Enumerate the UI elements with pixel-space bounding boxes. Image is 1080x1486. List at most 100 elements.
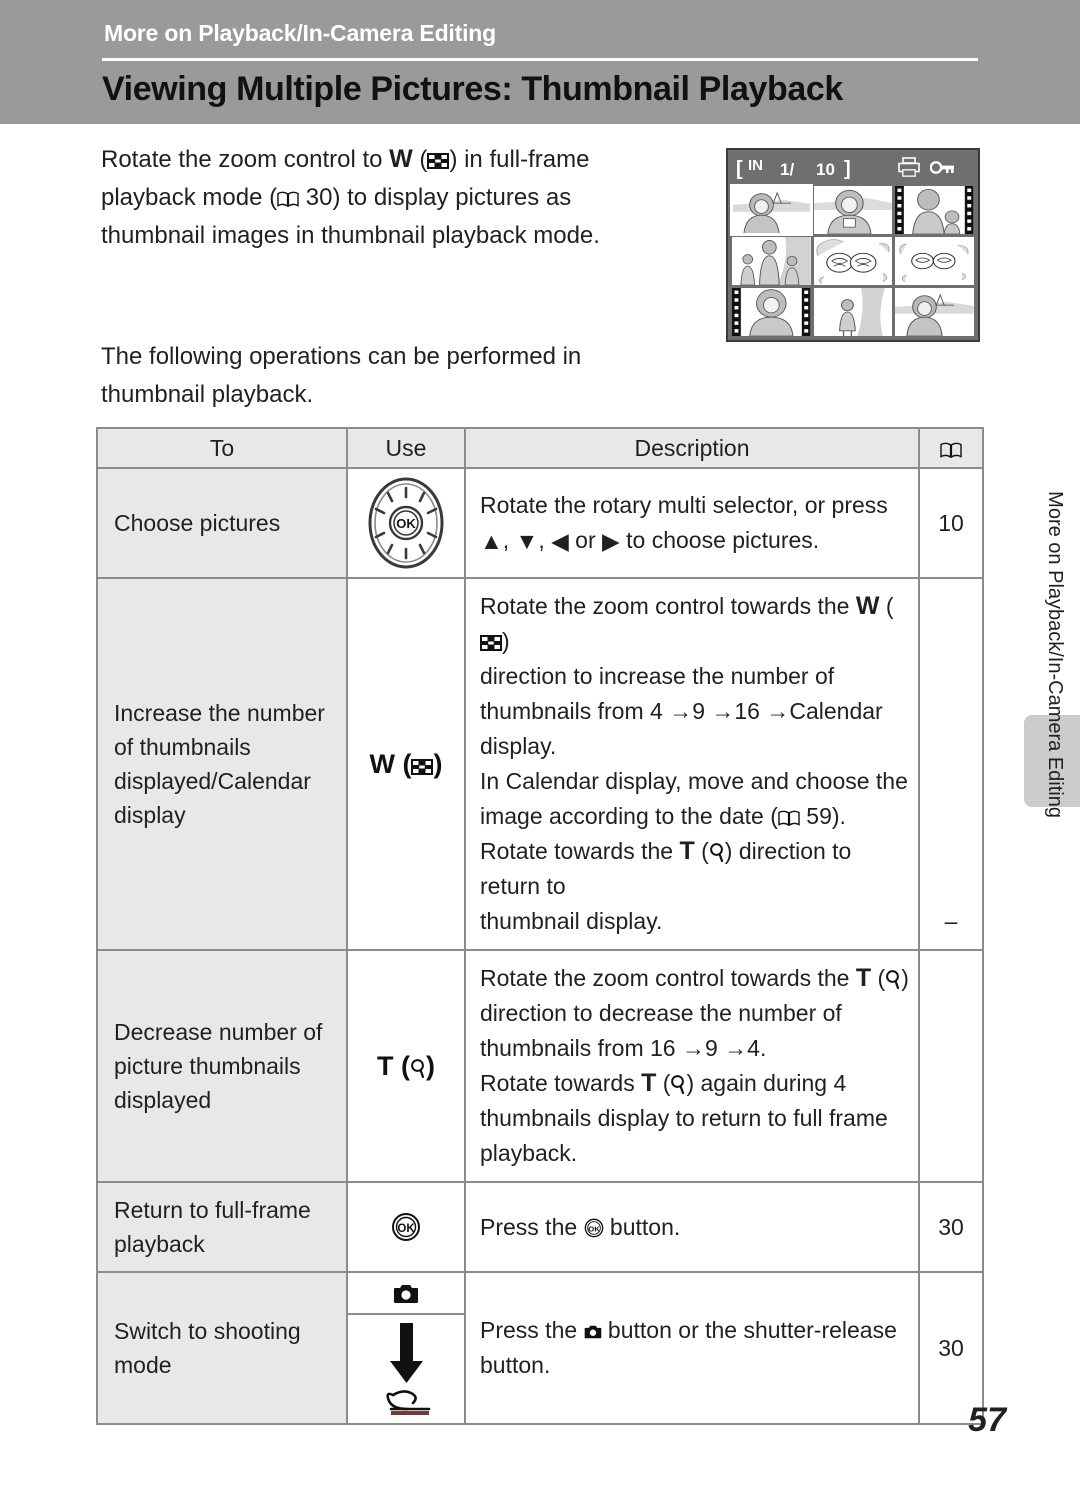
row-label-increase-thumbnails: Increase the number of thumbnails displa…	[96, 577, 348, 951]
magnify-icon[interactable]	[410, 1058, 426, 1078]
ok-button-icon: OK	[584, 1213, 604, 1237]
thumbnail-cell[interactable]	[813, 288, 893, 336]
row-label-choose-pictures: Choose pictures	[96, 467, 348, 579]
paren-close: )	[426, 1050, 435, 1081]
page-number: 57	[968, 1401, 1006, 1439]
desc-line: 16	[734, 698, 767, 724]
rotary-multi-selector-icon[interactable]: OK	[348, 477, 464, 569]
zoom-t-label: T	[641, 1069, 657, 1097]
thumbnail-cell[interactable]	[732, 237, 811, 285]
intro-paragraph-1: Rotate the zoom control to W () in full-…	[101, 143, 600, 249]
page-ref-cell: 30	[918, 1181, 984, 1273]
zoom-w-label: W	[855, 592, 880, 620]
desc-line: button or the shutter-release	[601, 1317, 897, 1343]
desc-line: )	[901, 965, 909, 991]
memory-indicator: IN	[748, 157, 763, 174]
desc-text-part: or	[568, 526, 603, 553]
bracket-open: [	[736, 158, 743, 180]
intro-text-a: Rotate the zoom control to	[101, 146, 390, 173]
thumbnail-cell[interactable]	[895, 237, 974, 285]
book-icon	[940, 437, 962, 458]
desc-line: thumbnail display.	[480, 908, 663, 934]
thumbnail-cell[interactable]	[732, 288, 811, 336]
thumbnail-grid-icon	[427, 143, 450, 169]
desc-line: Calendar	[789, 698, 883, 724]
description-cell-switch-shooting: Press the button or the shutter-release …	[464, 1271, 920, 1425]
book-icon	[277, 181, 299, 208]
key-protect-icon	[929, 160, 956, 180]
zoom-w-label: W	[389, 145, 413, 173]
desc-line: thumbnails from 16	[480, 1035, 682, 1061]
table-row: Increase the number of thumbnails displa…	[96, 577, 984, 951]
desc-text-part: Rotate the rotary multi selector, or pre…	[480, 491, 888, 518]
description-cell-return-full-frame: Press the OK button.	[464, 1181, 920, 1273]
description-cell-increase-thumbnails: Rotate the zoom control towards the W ()…	[464, 577, 920, 951]
desc-line: playback.	[480, 1140, 578, 1166]
bracket-close: ]	[844, 158, 851, 180]
ok-button-icon[interactable]: OK	[391, 1212, 421, 1242]
row-label-decrease-thumbnails: Decrease number of picture thumbnails di…	[96, 949, 348, 1183]
desc-line: 4.	[747, 1035, 767, 1061]
thumbnail-grid-icon	[480, 626, 502, 651]
desc-line: thumbnails from 4	[480, 698, 670, 724]
camera-mode-button-icon[interactable]	[348, 1273, 464, 1315]
thumbnail-cell[interactable]	[813, 186, 893, 234]
table-header-row: To Use Description	[96, 427, 984, 469]
use-cell	[346, 1271, 466, 1425]
row-label-return-full-frame: Return to full-frame playback	[96, 1181, 348, 1273]
description-cell-choose-pictures: Rotate the rotary multi selector, or pre…	[464, 467, 920, 579]
thumbnail-cell[interactable]	[895, 186, 974, 234]
zoom-tele-label: T	[377, 1050, 394, 1081]
table-row: Return to full-frame playback OK Press t…	[96, 1181, 984, 1273]
magnify-icon	[709, 837, 725, 863]
magnify-icon	[670, 1069, 686, 1095]
paren-open: (	[393, 1050, 410, 1081]
desc-line: )	[502, 628, 510, 654]
camera-screen-status-bar: [ IN 1/ 10 ]	[728, 150, 978, 186]
table-row: Choose pictures OK Rotate the rotary mul…	[96, 467, 984, 579]
intro-page-ref: 30	[305, 184, 333, 211]
frame-total: 10	[816, 160, 835, 179]
use-cell: T ()	[346, 949, 466, 1183]
desc-text-part: to choose pictures.	[619, 526, 820, 553]
desc-line: 9	[692, 698, 712, 724]
desc-line: Rotate towards the	[480, 838, 680, 864]
zoom-t-label: T	[679, 837, 695, 865]
column-header-page	[918, 427, 984, 469]
svg-text:OK: OK	[396, 516, 416, 531]
svg-text:OK: OK	[397, 1223, 415, 1235]
page-header-band: More on Playback/In-Camera Editing Viewi…	[0, 0, 1080, 124]
column-header-use: Use	[346, 427, 466, 469]
side-tab-label: More on Playback/In-Camera Editing	[1044, 491, 1066, 818]
paren-open: (	[394, 748, 412, 779]
print-order-icon	[898, 157, 920, 182]
thumbnail-grid	[730, 184, 974, 336]
desc-line: Rotate towards	[480, 1070, 642, 1096]
desc-line: In Calendar display, move and choose the	[480, 768, 908, 794]
frame-current: 1/	[780, 160, 795, 179]
desc-line: image according to the date (	[480, 803, 778, 829]
thumbnail-cell[interactable]	[730, 184, 813, 236]
desc-line: thumbnails display to return to full fra…	[480, 1105, 888, 1131]
magnify-icon	[885, 964, 901, 990]
shutter-release-arrow-icon[interactable]	[348, 1315, 464, 1423]
zoom-t-label: T	[855, 964, 872, 992]
desc-line: display.	[480, 733, 557, 759]
camera-mode-button-icon	[584, 1315, 602, 1339]
description-cell-decrease-thumbnails: Rotate the zoom control towards the T ()…	[464, 949, 920, 1183]
thumbnail-cell[interactable]	[895, 288, 974, 336]
desc-text-part: ,	[502, 526, 516, 553]
page-title: Viewing Multiple Pictures: Thumbnail Pla…	[102, 70, 843, 108]
desc-line: button.	[480, 1352, 551, 1378]
arrow-right-icon: ▶	[602, 527, 620, 554]
zoom-wide-label: W	[369, 748, 395, 779]
operations-table: To Use Description Choose pictures OK Ro…	[96, 427, 984, 1425]
page-ref-cell	[918, 949, 984, 1183]
table-row: Switch to shooting mode Press the button…	[96, 1271, 984, 1425]
header-divider	[102, 58, 978, 61]
arrow-down-icon: ▼	[515, 527, 539, 554]
thumbnail-grid-icon[interactable]	[411, 758, 434, 775]
chapter-label: More on Playback/In-Camera Editing	[104, 20, 496, 46]
thumbnail-cell[interactable]	[813, 237, 893, 285]
use-cell: OK	[346, 467, 466, 579]
